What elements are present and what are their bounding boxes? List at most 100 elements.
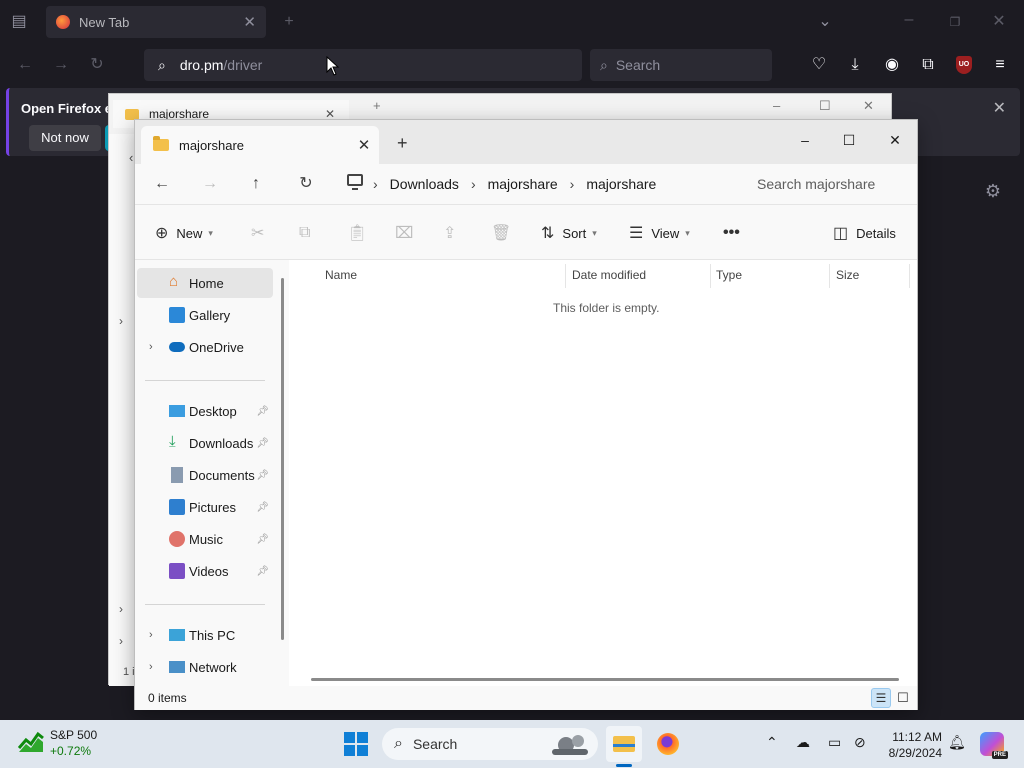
chevron-right-icon[interactable]: › [570,176,575,192]
column-divider[interactable] [565,264,566,288]
firefox-tab[interactable]: New Tab ✕ [46,6,266,38]
cut-button[interactable]: ✂ [251,221,272,245]
minimize-icon[interactable]: – [773,98,780,113]
pin-icon[interactable]: 📌︎ [256,502,269,513]
details-button[interactable]: ◫ Details [833,221,896,245]
column-header-type[interactable]: Type [716,260,742,290]
paste-button[interactable]: 📋︎ [347,221,375,245]
nav-item-home[interactable]: ⌂ Home [137,268,273,298]
close-tab-icon[interactable]: ✕ [243,13,256,31]
new-tab-icon[interactable]: + [397,133,408,154]
share-button[interactable]: ⇪ [443,221,464,245]
back-icon[interactable]: ← [149,172,175,196]
nav-item-this-pc[interactable]: › This PC [137,620,273,650]
menu-icon[interactable]: ≡ [989,55,1011,75]
column-divider[interactable] [829,264,830,288]
system-clock[interactable]: 11:12 AM 8/29/2024 [884,729,942,761]
nav-item-network[interactable]: › Network [137,652,273,682]
cloud-offline-icon[interactable]: ☁ [796,734,810,751]
minimize-icon[interactable]: – [898,10,920,30]
chevron-left-icon[interactable]: ‹ [129,150,133,165]
new-tab-icon[interactable]: + [373,98,381,113]
breadcrumb-majorshare[interactable]: majorshare [488,176,558,192]
breadcrumb[interactable]: › Downloads › majorshare › majorshare [373,164,656,204]
nav-item-videos[interactable]: Videos 📌︎ [137,556,273,586]
column-header-size[interactable]: Size [836,260,859,290]
ublock-origin-icon[interactable]: UO [956,56,972,74]
nav-scrollbar[interactable] [281,278,284,640]
firefox-taskbar-icon[interactable] [650,726,686,762]
column-divider[interactable] [909,264,910,288]
file-explorer-taskbar-icon[interactable] [606,726,642,762]
chevron-right-icon[interactable]: › [119,602,123,616]
web-search-input[interactable]: ⌕ Search [590,49,772,81]
chevron-right-icon[interactable]: › [119,634,123,648]
forward-icon[interactable]: → [197,172,223,196]
tiles-view-button[interactable]: ☐ [893,688,913,708]
up-icon[interactable]: ↑ [243,172,269,196]
restore-icon[interactable]: ❐ [944,12,966,32]
pin-icon[interactable]: 📌︎ [256,470,269,481]
column-header-name[interactable]: Name [325,260,357,290]
pin-icon[interactable]: 📌︎ [256,566,269,577]
more-options-button[interactable]: ••• [723,221,748,245]
close-window-icon[interactable]: ✕ [873,126,917,154]
new-tab-icon[interactable]: + [278,12,300,32]
nav-item-music[interactable]: Music 📌︎ [137,524,273,554]
minimize-icon[interactable]: – [783,126,827,154]
nav-item-onedrive[interactable]: › OneDrive [137,332,273,362]
nav-item-desktop[interactable]: Desktop 📌︎ [137,396,273,426]
chevron-right-icon[interactable]: › [119,314,123,328]
widget-value[interactable]: +0.72% [50,744,91,758]
nav-item-documents[interactable]: Documents 📌︎ [137,460,273,490]
delete-button[interactable]: 🗑︎ [491,221,519,245]
settings-gear-icon[interactable]: ⚙ [982,181,1004,201]
column-header-date-modified[interactable]: Date modified [572,260,646,290]
back-icon[interactable]: ← [14,55,36,75]
pin-icon[interactable]: 📌︎ [256,438,269,449]
chevron-up-icon[interactable]: ⌃ [766,734,778,751]
this-pc-icon[interactable] [347,174,363,190]
maximize-icon[interactable]: ☐ [827,126,871,154]
reload-icon[interactable]: ↻ [86,55,108,75]
chevron-right-icon[interactable]: › [149,341,153,353]
pin-icon[interactable]: 📌︎ [256,406,269,417]
account-icon[interactable]: ◉ [881,55,903,75]
column-divider[interactable] [710,264,711,288]
not-now-button[interactable]: Not now [29,125,101,151]
view-button[interactable]: ☰ View ▾ [629,221,690,245]
sort-button[interactable]: ⇅ Sort ▾ [541,221,597,245]
explorer-tab[interactable]: majorshare ✕ [141,126,379,164]
new-button[interactable]: ⊕ New ▾ [155,221,213,245]
widget-title[interactable]: S&P 500 [50,728,97,742]
nav-item-downloads[interactable]: ⤓ Downloads 📌︎ [137,428,273,458]
close-notification-icon[interactable]: ✕ [993,98,1006,118]
forward-icon[interactable]: → [50,55,72,75]
chevron-right-icon[interactable]: › [471,176,476,192]
close-tab-icon[interactable]: ✕ [349,136,379,154]
breadcrumb-downloads[interactable]: Downloads [390,176,459,192]
start-button[interactable] [344,732,368,756]
search-input[interactable]: Search majorshare [745,166,917,202]
taskbar-search[interactable]: ⌕ Search [382,728,598,760]
chevron-down-icon[interactable]: ⌄ [814,12,836,32]
extensions-icon[interactable]: ⧉ [917,55,939,75]
close-window-icon[interactable]: ✕ [988,12,1010,32]
pocket-icon[interactable]: ♡ [808,55,830,75]
downloads-icon[interactable]: ⤓ [844,55,866,75]
breadcrumb-majorshare-current[interactable]: majorshare [586,176,656,192]
horizontal-scrollbar[interactable] [311,678,899,681]
details-view-button[interactable]: ☰ [871,688,891,708]
maximize-icon[interactable]: ☐ [819,98,831,114]
display-icon[interactable]: ▭ [828,734,841,751]
nav-item-pictures[interactable]: Pictures 📌︎ [137,492,273,522]
network-status-icon[interactable]: ⊘ [854,734,866,751]
stock-chart-icon[interactable] [18,728,44,754]
copy-button[interactable]: ⧉ [299,221,318,245]
rename-button[interactable]: ⌧ [395,221,421,245]
chevron-right-icon[interactable]: › [373,176,378,192]
chevron-right-icon[interactable]: › [149,661,153,673]
refresh-icon[interactable]: ↻ [293,172,319,196]
close-window-icon[interactable]: ✕ [863,98,874,114]
copilot-icon[interactable]: PRE [980,732,1008,759]
